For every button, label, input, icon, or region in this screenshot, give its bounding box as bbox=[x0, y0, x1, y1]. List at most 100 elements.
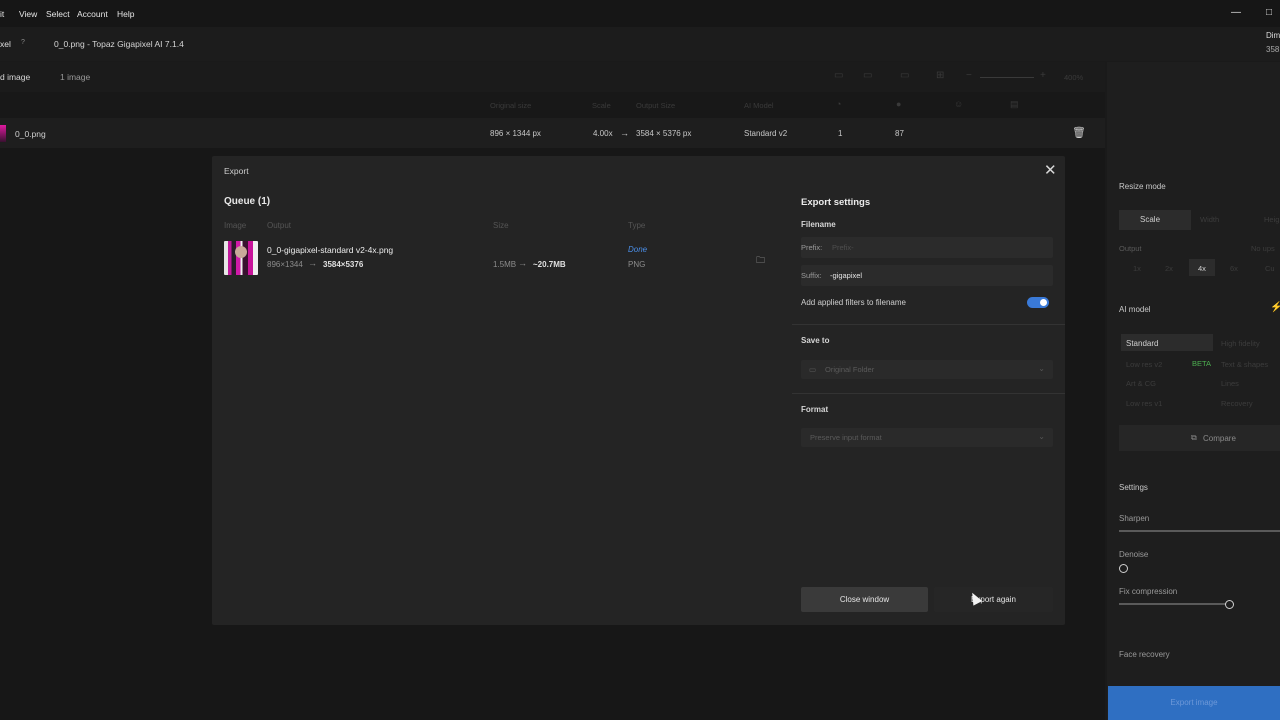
help-badge[interactable]: ? bbox=[21, 39, 25, 46]
dialog-title: Export bbox=[224, 166, 249, 176]
table-row[interactable]: 0_0.png 896 × 1344 px 4.00x → 3584 × 537… bbox=[0, 118, 1105, 148]
chevron-down-icon: ⌄ bbox=[1038, 364, 1045, 373]
sharpen-label: Sharpen bbox=[1119, 514, 1150, 523]
resize-mode-label: Resize mode bbox=[1119, 182, 1166, 191]
header-ai-model: AI Model bbox=[744, 101, 774, 110]
close-icon[interactable]: ✕ bbox=[1044, 161, 1057, 179]
model-text-shapes[interactable]: Text & shapes bbox=[1221, 360, 1268, 369]
denoise-slider-knob[interactable] bbox=[1119, 564, 1128, 573]
row-denoise: 87 bbox=[895, 129, 904, 138]
export-dialog: Export ✕ Queue (1) Image Output Size Typ… bbox=[212, 156, 1065, 625]
queue-type: PNG bbox=[628, 260, 646, 269]
arrow-right-icon: → bbox=[518, 258, 527, 268]
tab-width[interactable]: Width bbox=[1200, 215, 1219, 224]
minimize-icon[interactable]: — bbox=[1231, 7, 1241, 18]
scale-6x[interactable]: 6x bbox=[1230, 264, 1238, 273]
divider bbox=[792, 324, 1065, 325]
close-window-button[interactable]: Close window bbox=[801, 587, 928, 612]
fix-compression-label: Fix compression bbox=[1119, 587, 1178, 596]
queue-thumbnail bbox=[224, 241, 258, 275]
row-original-size: 896 × 1344 px bbox=[490, 129, 541, 138]
queue-dims-from: 896×1344 bbox=[267, 260, 303, 269]
output-no-upscale: No ups bbox=[1251, 244, 1275, 253]
menu-view[interactable]: View bbox=[19, 9, 37, 19]
face-col-icon: ☺ bbox=[954, 99, 964, 109]
tab-images[interactable]: d image bbox=[0, 72, 30, 82]
scale-custom[interactable]: Cu bbox=[1265, 264, 1275, 273]
fix-compression-slider[interactable] bbox=[1119, 603, 1231, 605]
toolbar: d image 1 image ▭ ▭ ▭ ⊞ − + 400% bbox=[0, 62, 1105, 92]
fix-compression-knob[interactable] bbox=[1225, 600, 1234, 609]
compression-col-icon: ▤ bbox=[1010, 99, 1019, 109]
scale-4x: 4x bbox=[1198, 264, 1206, 273]
arrow-right-icon: → bbox=[308, 258, 317, 268]
arrow-right-icon: → bbox=[620, 128, 629, 138]
sharpen-col-icon: ◔ bbox=[836, 99, 842, 109]
view-split-icon[interactable]: ▭ bbox=[863, 70, 872, 81]
menu-bar: it View Select Account Help — □ bbox=[0, 0, 1280, 27]
table-header: Original size Scale Output Size AI Model… bbox=[0, 92, 1105, 118]
prefix-field[interactable]: Prefix: Prefix- bbox=[801, 237, 1053, 258]
header-scale: Scale bbox=[592, 101, 611, 110]
view-grid-icon[interactable]: ⊞ bbox=[936, 70, 944, 81]
format-label: Format bbox=[801, 405, 829, 414]
view-side-icon[interactable]: ▭ bbox=[900, 70, 909, 81]
model-lines[interactable]: Lines bbox=[1221, 379, 1239, 388]
export-image-button[interactable]: Export image bbox=[1108, 686, 1280, 720]
title-row: xel ? 0_0.png - Topaz Gigapixel AI 7.1.4… bbox=[0, 27, 1280, 61]
view-single-icon[interactable]: ▭ bbox=[834, 70, 843, 81]
prefix-input[interactable]: Prefix- bbox=[832, 243, 854, 252]
compare-label: Compare bbox=[1203, 434, 1236, 443]
suffix-field[interactable]: Suffix: -gigapixel bbox=[801, 265, 1053, 286]
compare-button[interactable] bbox=[1119, 425, 1280, 451]
divider bbox=[792, 393, 1065, 394]
export-settings-title: Export settings bbox=[801, 197, 871, 208]
model-recovery[interactable]: Recovery bbox=[1221, 399, 1253, 408]
row-sharpen: 1 bbox=[838, 129, 843, 138]
maximize-icon[interactable]: □ bbox=[1266, 7, 1272, 18]
tab-scale-label: Scale bbox=[1140, 215, 1161, 224]
queue-status: Done bbox=[628, 245, 648, 254]
sharpen-slider[interactable] bbox=[1119, 530, 1280, 532]
queue-dims-to: 3584×5376 bbox=[323, 260, 364, 269]
suffix-input[interactable]: -gigapixel bbox=[830, 271, 862, 280]
export-again-button[interactable]: Export again bbox=[934, 587, 1053, 612]
face-recovery-label: Face recovery bbox=[1119, 650, 1170, 659]
trash-icon[interactable]: 🗑 bbox=[1072, 126, 1086, 139]
beta-badge: BETA bbox=[1192, 359, 1212, 368]
right-panel: Resize mode Scale Width Heig Output No u… bbox=[1107, 62, 1280, 720]
close-window-label: Close window bbox=[839, 595, 890, 604]
col-type: Type bbox=[628, 221, 646, 230]
export-image-label: Export image bbox=[1170, 698, 1218, 707]
col-image: Image bbox=[224, 221, 247, 230]
queue-filename: 0_0-gigapixel-standard v2-4x.png bbox=[267, 245, 394, 255]
format-select[interactable]: Preserve input format ⌄ bbox=[801, 428, 1053, 447]
menu-account[interactable]: Account bbox=[77, 9, 108, 19]
model-low-res-v2[interactable]: Low res v2 bbox=[1126, 360, 1162, 369]
model-high-fidelity[interactable]: High fidelity bbox=[1221, 339, 1260, 348]
col-size: Size bbox=[493, 221, 509, 230]
menu-select[interactable]: Select bbox=[46, 9, 70, 19]
menu-edit[interactable]: it bbox=[0, 9, 4, 19]
tab-height[interactable]: Heig bbox=[1264, 215, 1279, 224]
row-thumbnail bbox=[0, 125, 6, 142]
ai-model-label: AI model bbox=[1119, 305, 1151, 314]
model-art-cg[interactable]: Art & CG bbox=[1126, 379, 1156, 388]
window-title: 0_0.png - Topaz Gigapixel AI 7.1.4 bbox=[54, 39, 184, 49]
lightning-icon[interactable]: ⚡ bbox=[1270, 302, 1280, 313]
header-original-size: Original size bbox=[490, 101, 532, 110]
row-scale: 4.00x bbox=[593, 129, 613, 138]
queue-title: Queue (1) bbox=[224, 196, 271, 207]
open-folder-icon[interactable]: 🗀 bbox=[756, 253, 765, 269]
scale-1x[interactable]: 1x bbox=[1133, 264, 1141, 273]
suffix-label: Suffix: bbox=[801, 271, 822, 280]
save-to-select[interactable]: ▭ Original Folder ⌄ bbox=[801, 360, 1053, 379]
scale-2x[interactable]: 2x bbox=[1165, 264, 1173, 273]
zoom-out-icon[interactable]: − bbox=[966, 70, 972, 81]
add-filters-toggle[interactable] bbox=[1027, 297, 1049, 308]
filename-label: Filename bbox=[801, 220, 836, 229]
zoom-in-icon[interactable]: + bbox=[1040, 70, 1046, 81]
zoom-slider[interactable] bbox=[980, 77, 1034, 78]
model-low-res-v1[interactable]: Low res v1 bbox=[1126, 399, 1162, 408]
menu-help[interactable]: Help bbox=[117, 9, 134, 19]
